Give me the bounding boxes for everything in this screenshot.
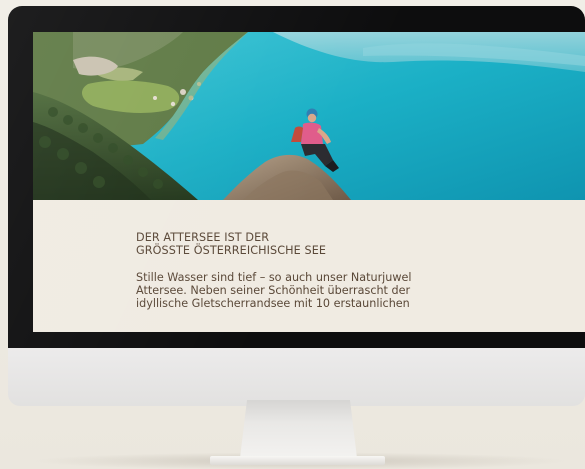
website-screen: DER ATTERSEE IST DER GRÖSSTE ÖSTERREICHI… xyxy=(33,32,585,332)
lake-landscape-image xyxy=(33,32,585,200)
body-line-2: Attersee. Neben seiner Schönheit überras… xyxy=(136,284,411,298)
desktop-scene: DER ATTERSEE IST DER GRÖSSTE ÖSTERREICHI… xyxy=(0,0,585,469)
article-section: DER ATTERSEE IST DER GRÖSSTE ÖSTERREICHI… xyxy=(136,231,466,311)
imac-monitor: DER ATTERSEE IST DER GRÖSSTE ÖSTERREICHI… xyxy=(8,6,585,406)
body-line-3: idyllische Gletscherrandsee mit 10 ersta… xyxy=(136,297,410,311)
headline-line-1: DER ATTERSEE IST DER xyxy=(136,231,270,244)
article-headline: DER ATTERSEE IST DER GRÖSSTE ÖSTERREICHI… xyxy=(136,231,466,257)
monitor-bezel: DER ATTERSEE IST DER GRÖSSTE ÖSTERREICHI… xyxy=(8,6,585,348)
monitor-chin xyxy=(8,348,585,406)
article-body: Stille Wasser sind tief – so auch unser … xyxy=(136,271,466,311)
body-line-1: Stille Wasser sind tief – so auch unser … xyxy=(136,271,412,284)
monitor-stand-base xyxy=(210,456,385,465)
monitor-stand xyxy=(240,400,357,458)
hero-image xyxy=(33,32,585,200)
headline-line-2: GRÖSSTE ÖSTERREICHISCHE SEE xyxy=(136,244,327,257)
